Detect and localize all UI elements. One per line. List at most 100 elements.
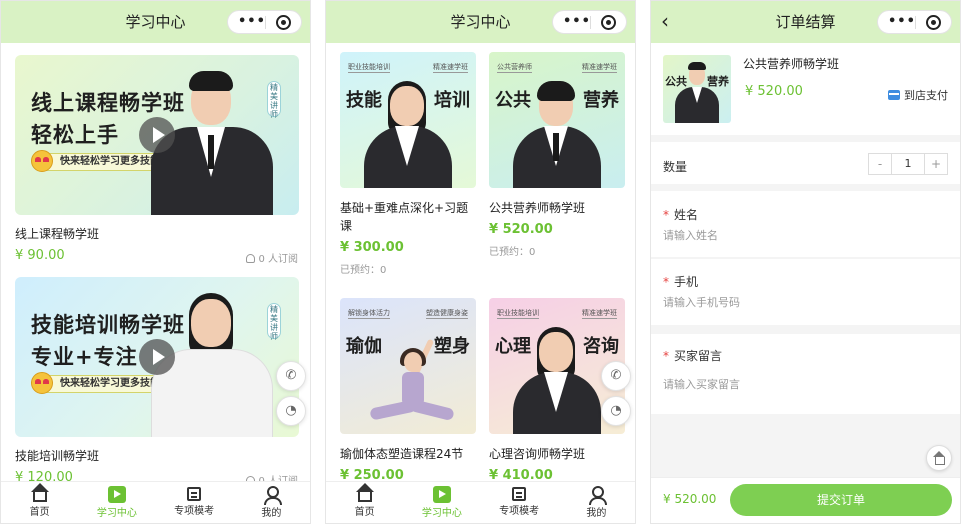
cover-tag: 职业技能培训	[348, 63, 390, 73]
cover-word: 公共	[495, 90, 531, 111]
cover-word: 咨询	[583, 336, 619, 357]
mini-program-capsule[interactable]: •••	[227, 10, 302, 34]
home-icon	[355, 483, 374, 502]
tab-mock-exam[interactable]: 专项模考	[481, 482, 558, 523]
phone-input[interactable]	[663, 296, 948, 309]
quantity-label: 数量	[663, 160, 688, 174]
learning-center-screen-2: 学习中心 ••• 职业技能培训 精准速学班 技能 培训 基础+重难点深化+习题课 …	[325, 0, 636, 524]
course-title[interactable]: 公共营养师畅学班	[489, 199, 627, 217]
tab-bar: 首页 学习中心 专项模考 我的	[326, 481, 635, 523]
more-icon[interactable]: •••	[238, 11, 266, 33]
message-label: * 买家留言	[663, 349, 723, 363]
course-cover[interactable]: 职业技能培训 精准速学班 技能 培训	[340, 52, 476, 188]
tab-learning-center[interactable]: 学习中心	[403, 482, 480, 523]
phone-icon[interactable]: ✆	[276, 361, 306, 391]
submit-order-button[interactable]: 提交订单	[730, 484, 952, 516]
chat-icon[interactable]: ◔	[601, 396, 631, 426]
cover-tag: 解锁身体活力	[348, 309, 390, 319]
nav-header: 学习中心 •••	[326, 1, 635, 43]
course-title[interactable]: 基础+重难点深化+习题课	[340, 199, 478, 235]
close-target-icon[interactable]	[926, 15, 941, 30]
course-title[interactable]: 瑜伽体态塑造课程24节	[340, 445, 478, 463]
cover-word: 培训	[434, 90, 470, 111]
tab-mock-exam[interactable]: 专项模考	[156, 482, 233, 523]
name-label: * 姓名	[663, 208, 699, 222]
thumb-word: 公共	[665, 75, 687, 88]
subscriber-count: 0 人订阅	[246, 250, 298, 265]
course-price: ¥ 90.00	[15, 248, 65, 263]
more-icon[interactable]: •••	[888, 11, 916, 33]
course-title[interactable]: 心理咨询师畅学班	[489, 445, 627, 463]
name-input[interactable]	[663, 229, 948, 242]
mini-program-capsule[interactable]: •••	[552, 10, 627, 34]
tab-home[interactable]: 首页	[1, 482, 78, 523]
order-checkout-screen: ‹ 订单结算 ••• 公共 营养 公共营养师畅学班 ¥ 520.00 到店支付 …	[650, 0, 961, 524]
course-title[interactable]: 线上课程畅学班	[15, 225, 99, 242]
capsule-divider	[590, 16, 591, 29]
cover-tag: 精准速学班	[582, 309, 617, 319]
user-icon	[262, 486, 283, 505]
user-icon	[246, 254, 256, 263]
quantity-row: 数量 - 1 +	[651, 142, 960, 184]
cover-tag: 职业技能培训	[497, 309, 539, 319]
close-target-icon[interactable]	[601, 15, 616, 30]
course-price: ¥ 520.00	[489, 222, 553, 237]
video-icon	[107, 486, 126, 503]
cover-tag: 精准速学班	[433, 63, 468, 73]
video-icon	[432, 486, 451, 503]
play-icon[interactable]	[139, 339, 175, 375]
checkout-bar: ¥ 520.00 提交订单	[651, 477, 960, 523]
cover-word: 心理	[495, 336, 531, 357]
tab-mine[interactable]: 我的	[233, 482, 310, 523]
course-title[interactable]: 技能培训畅学班	[15, 447, 99, 464]
close-target-icon[interactable]	[276, 15, 291, 30]
tab-mine[interactable]: 我的	[558, 482, 635, 523]
cover-tag: 塑造健康身姿	[426, 309, 468, 319]
payment-method: 到店支付	[888, 87, 948, 103]
phone-icon[interactable]: ✆	[601, 361, 631, 391]
wallet-icon	[888, 90, 900, 100]
cover-tag: 公共营养师	[497, 63, 532, 73]
home-icon[interactable]	[926, 445, 952, 471]
product-thumbnail: 公共 营养	[663, 55, 731, 123]
cover-word: 技能	[346, 90, 382, 111]
product-price: ¥ 520.00	[745, 84, 803, 99]
nav-header: 学习中心 •••	[1, 1, 310, 43]
cover-tag: 精准速学班	[582, 63, 617, 73]
course-cover[interactable]: 解锁身体活力 塑造健康身姿 瑜伽 塑身	[340, 298, 476, 434]
heart-eyes-emoji-icon	[31, 150, 53, 172]
reserved-count: 已预约：0	[340, 265, 387, 276]
course-banner[interactable]: 线上课程畅学班 轻松上手 快来轻松学习更多技能 精美讲师	[15, 55, 299, 215]
course-banner[interactable]: 技能培训畅学班 专业+专注 快来轻松学习更多技能 精美讲师	[15, 277, 299, 437]
tab-learning-center[interactable]: 学习中心	[78, 482, 155, 523]
name-field-row: * 姓名	[651, 191, 960, 257]
exam-icon	[512, 487, 527, 501]
play-icon[interactable]	[139, 117, 175, 153]
heart-eyes-emoji-icon	[31, 372, 53, 394]
phone-field-row: * 手机	[651, 259, 960, 325]
chat-icon[interactable]: ◔	[276, 396, 306, 426]
mini-program-capsule[interactable]: •••	[877, 10, 952, 34]
message-input[interactable]	[663, 378, 948, 391]
tab-home[interactable]: 首页	[326, 482, 403, 523]
quantity-value[interactable]: 1	[891, 154, 925, 174]
exam-icon	[187, 487, 202, 501]
course-price: ¥ 300.00	[340, 240, 404, 255]
order-total: ¥ 520.00	[663, 492, 717, 506]
capsule-divider	[915, 16, 916, 29]
tab-bar: 首页 学习中心 专项模考 我的	[1, 481, 310, 523]
capsule-divider	[265, 16, 266, 29]
increment-button[interactable]: +	[925, 154, 947, 174]
course-cover[interactable]: 公共营养师 精准速学班 公共 营养	[489, 52, 625, 188]
cover-word: 塑身	[434, 336, 470, 357]
decrement-button[interactable]: -	[869, 154, 891, 174]
quantity-stepper[interactable]: - 1 +	[868, 153, 948, 175]
message-field-row: * 买家留言	[651, 334, 960, 414]
more-icon[interactable]: •••	[563, 11, 591, 33]
product-name: 公共营养师畅学班	[743, 57, 840, 71]
phone-label: * 手机	[663, 275, 699, 289]
reserved-count: 已预约：0	[489, 247, 536, 258]
cover-word: 瑜伽	[346, 336, 382, 357]
nav-header: ‹ 订单结算 •••	[651, 1, 960, 43]
banner-subheadline: 专业+专注	[31, 345, 138, 369]
